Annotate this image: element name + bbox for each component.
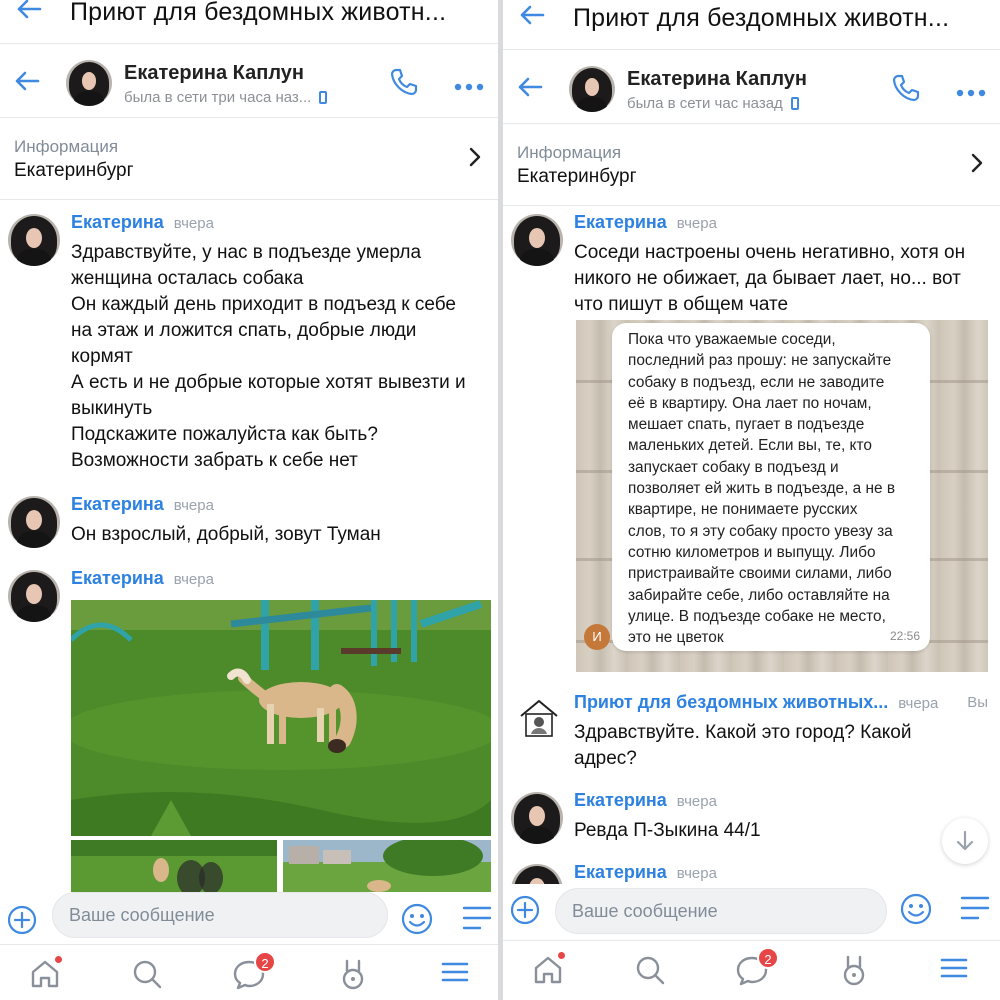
photo-thumbnail[interactable] [283,840,491,900]
message-author[interactable]: Екатерина вчера [574,212,717,233]
sent-by-you-label: Вы [967,694,988,711]
mobile-icon [319,91,328,104]
chevron-right-icon [970,152,984,179]
message-text: Соседи настроены очень негативно, хотя о… [574,242,966,315]
info-city: Екатеринбург [14,160,134,181]
message-author[interactable]: Екатерина вчера [71,494,214,515]
message-composer: Ваше сообщение [503,884,1000,938]
hamburger-icon[interactable] [440,957,470,992]
right-phone-screen: Приют для бездомных животн... Екатерина … [503,0,1000,1000]
community-title: Приют для бездомных животн... [70,0,447,26]
avatar[interactable] [8,570,60,622]
sender-avatar: И [584,624,610,650]
back-arrow-icon[interactable] [517,0,547,35]
message-text: Здравствуйте. Какой это город? Какой адр… [574,722,912,769]
clips-icon[interactable] [336,957,370,996]
bubble-text: Пока что уважаемые соседи, последний раз… [628,331,896,647]
hamburger-icon[interactable] [939,953,969,988]
unread-badge: 2 [254,951,276,973]
message-author[interactable]: Приют для бездомных животных... вчера [574,692,938,713]
home-icon[interactable] [531,951,566,992]
chat-icon[interactable]: 2 [232,951,276,996]
phone-icon[interactable] [890,72,922,109]
message-time: вчера [173,571,214,588]
scroll-down-button[interactable] [942,818,988,864]
bottom-tab-bar: 2 [503,940,1000,1000]
notification-dot [54,955,63,964]
smile-icon[interactable] [899,892,933,931]
contact-status: была в сети три часа наз... [124,89,328,106]
message-input[interactable]: Ваше сообщение [555,888,887,934]
message-time: вчера [676,865,717,882]
chat-icon[interactable]: 2 [735,947,779,992]
notification-dot [557,951,566,960]
chat-header: Екатерина Каплун была в сети час назад [503,54,1000,124]
message-input[interactable]: Ваше сообщение [52,892,388,938]
clips-icon[interactable] [837,953,871,992]
mobile-icon [790,97,799,110]
home-icon[interactable] [28,955,63,996]
chat-bubble: Пока что уважаемые соседи, последний раз… [612,323,930,651]
message-text: Он взрослый, добрый, зовут Туман [71,524,381,545]
search-icon[interactable] [130,957,164,996]
avatar[interactable] [66,60,112,106]
chevron-right-icon [468,146,482,173]
info-label: Информация [14,137,119,156]
more-icon[interactable] [454,78,484,96]
avatar[interactable] [8,496,60,548]
info-row[interactable]: Информация Екатеринбург [0,120,498,200]
message-time: вчера [676,215,717,232]
back-arrow-icon[interactable] [14,0,44,29]
info-row[interactable]: Информация Екатеринбург [503,126,1000,206]
message-time: вчера [173,497,214,514]
attached-screenshot[interactable]: Пока что уважаемые соседи, последний раз… [576,320,988,672]
phone-icon[interactable] [388,66,420,103]
menu-lines-icon[interactable] [462,904,492,937]
chat-header: Екатерина Каплун была в сети три часа на… [0,48,498,118]
avatar[interactable] [511,214,563,266]
message-author[interactable]: Екатерина вчера [71,212,214,233]
avatar[interactable] [8,214,60,266]
message-text: Здравствуйте, у нас в подъезде умерла же… [71,242,466,471]
message-author[interactable]: Екатерина вчера [574,790,717,811]
back-arrow-icon[interactable] [12,66,42,101]
community-top-bar: Приют для бездомных животн... [503,0,1000,50]
shelter-logo[interactable] [515,694,563,742]
community-top-bar: Приют для бездомных животн... [0,0,498,44]
info-label: Информация [517,143,622,162]
message-text: Ревда П-Зыкина 44/1 [574,820,761,841]
menu-lines-icon[interactable] [960,894,990,927]
contact-name[interactable]: Екатерина Каплун [627,68,807,91]
bottom-tab-bar: 2 [0,944,498,1000]
message-composer: Ваше сообщение [0,892,498,940]
bubble-time: 22:56 [889,629,920,643]
message-time: вчера [676,793,717,810]
photo-dog[interactable] [71,600,491,836]
message-time: вчера [898,695,939,712]
left-phone-screen: Приют для бездомных животн... Екатерина … [0,0,498,1000]
contact-name[interactable]: Екатерина Каплун [124,62,304,85]
unread-badge: 2 [757,947,779,969]
avatar[interactable] [511,792,563,844]
photo-thumbnail[interactable] [71,840,277,900]
message-author[interactable]: Екатерина вчера [71,568,214,589]
search-icon[interactable] [633,953,667,992]
back-arrow-icon[interactable] [515,72,545,107]
more-icon[interactable] [956,84,986,102]
info-city: Екатеринбург [517,166,637,187]
message-time: вчера [173,215,214,232]
contact-status: была в сети час назад [627,95,799,112]
community-title: Приют для бездомных животн... [573,4,950,32]
avatar[interactable] [569,66,615,112]
smile-icon[interactable] [400,902,434,941]
arrow-down-icon [956,830,974,851]
plus-circle-icon[interactable] [509,894,541,931]
plus-circle-icon[interactable] [6,904,38,941]
message-author[interactable]: Екатерина вчера [574,862,717,883]
